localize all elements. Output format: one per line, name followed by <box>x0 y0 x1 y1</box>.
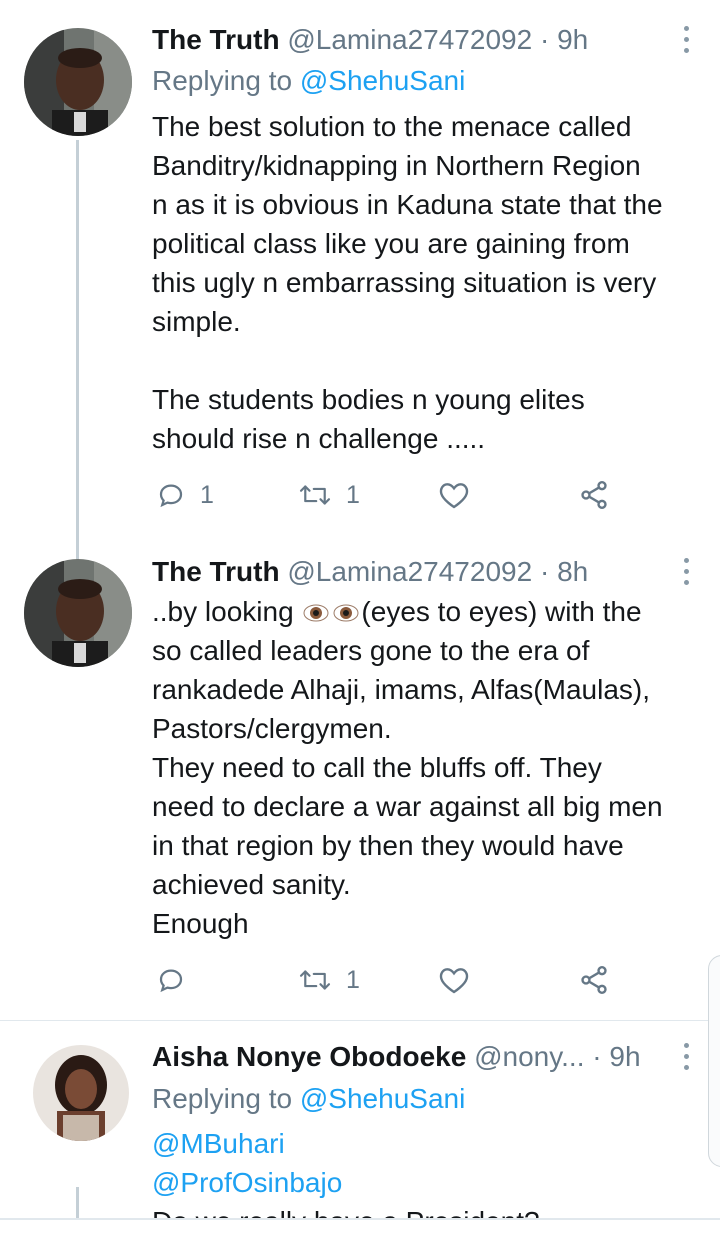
avatar[interactable] <box>24 559 132 667</box>
tweet-2[interactable]: The Truth @Lamina27472092 · 8h ..by look… <box>0 552 720 1020</box>
retweet-icon <box>299 970 331 990</box>
tweet-actions: 1 1 <box>152 475 632 515</box>
tweet-line: Banditry/kidnapping in Northern Region <box>152 150 641 181</box>
timestamp[interactable]: 9h <box>557 24 588 55</box>
tweet-line: The students bodies n young elites <box>152 384 585 415</box>
tweet-line: ..by looking 👁👁(eyes to eyes) with the <box>152 592 702 631</box>
user-handle[interactable]: @Lamina27472092 <box>287 24 532 55</box>
timestamp[interactable]: 9h <box>609 1041 640 1072</box>
mention-link[interactable]: @ProfOsinbajo <box>152 1163 702 1202</box>
mention-link[interactable]: @MBuhari <box>152 1124 702 1163</box>
display-name[interactable]: Aisha Nonye Obodoeke <box>152 1041 466 1072</box>
tweet-line <box>152 341 702 380</box>
separator-dot: · <box>539 24 550 55</box>
tweet-header: Aisha Nonye Obodoeke @nony... · 9h <box>152 1037 720 1077</box>
timestamp[interactable]: 8h <box>557 556 588 587</box>
tweet-text-prefix: ..by looking <box>152 596 302 627</box>
tweet-line: so called leaders gone to the era of <box>152 635 590 666</box>
more-vertical-icon[interactable] <box>684 1043 692 1073</box>
tweet-text-suffix: (eyes to eyes) with the <box>361 596 642 627</box>
bottom-bar <box>0 1220 720 1233</box>
thread-connector <box>76 140 79 560</box>
replying-to-label: Replying to <box>152 1083 293 1114</box>
heart-icon <box>439 968 469 994</box>
separator-dot: · <box>539 556 550 587</box>
retweet-button[interactable]: 1 <box>298 960 360 1000</box>
replying-to-label: Replying to <box>152 65 293 96</box>
tweet-line: this ugly n embarrassing situation is ve… <box>152 267 657 298</box>
tweet-line: n as it is obvious in Kaduna state that … <box>152 189 663 220</box>
avatar[interactable] <box>24 28 132 136</box>
display-name[interactable]: The Truth <box>152 556 280 587</box>
eye-emoji-icon <box>333 604 359 622</box>
user-handle[interactable]: @nony... <box>474 1041 584 1072</box>
more-vertical-icon[interactable] <box>684 558 692 588</box>
tweet-line: achieved sanity. <box>152 869 351 900</box>
tweet-text: ..by looking 👁👁(eyes to eyes) with the s… <box>152 592 702 943</box>
share-icon <box>581 966 607 994</box>
share-icon <box>581 481 607 509</box>
like-button[interactable] <box>438 475 484 515</box>
tweet-line: political class like you are gaining fro… <box>152 228 630 259</box>
more-vertical-icon[interactable] <box>684 26 692 56</box>
tweet-line: Pastors/clergymen. <box>152 713 392 744</box>
tweet-text: The best solution to the menace called B… <box>152 107 702 458</box>
reply-button[interactable] <box>156 960 200 1000</box>
tweet-line: simple. <box>152 306 241 337</box>
heart-icon <box>439 483 469 509</box>
tweet-text: @MBuhari @ProfOsinbajo Do we really have… <box>152 1124 702 1233</box>
reply-count: 1 <box>200 480 214 509</box>
tweet-line: The best solution to the menace called <box>152 111 632 142</box>
tweet-line: They need to call the bluffs off. They <box>152 752 602 783</box>
tweet-header: The Truth @Lamina27472092 · 8h <box>152 552 720 592</box>
reply-button[interactable]: 1 <box>156 475 214 515</box>
tweet-actions: 1 <box>152 960 632 1000</box>
retweet-count: 1 <box>346 965 360 994</box>
retweet-button[interactable]: 1 <box>298 475 360 515</box>
tweet-line: in that region by then they would have <box>152 830 624 861</box>
reply-bubble-icon <box>159 969 183 993</box>
tweet-line: rankadede Alhaji, imams, Alfas(Maulas), <box>152 674 650 705</box>
replying-to: Replying to @ShehuSani <box>152 61 465 101</box>
reply-bubble-icon <box>159 484 183 508</box>
tweet-divider <box>0 1020 720 1021</box>
eye-emoji-icon <box>303 604 329 622</box>
replying-to-mention[interactable]: @ShehuSani <box>300 1083 465 1114</box>
replying-to-mention[interactable]: @ShehuSani <box>300 65 465 96</box>
user-handle[interactable]: @Lamina27472092 <box>287 556 532 587</box>
retweet-count: 1 <box>346 480 360 509</box>
retweet-icon <box>299 485 331 505</box>
like-button[interactable] <box>438 960 484 1000</box>
tweet-line: Enough <box>152 908 249 939</box>
display-name[interactable]: The Truth <box>152 24 280 55</box>
edge-scroll-handle[interactable] <box>708 955 720 1167</box>
tweet-1[interactable]: The Truth @Lamina27472092 · 9h Replying … <box>0 20 720 560</box>
tweet-3[interactable]: Aisha Nonye Obodoeke @nony... · 9h Reply… <box>0 1037 720 1233</box>
share-button[interactable] <box>578 475 610 515</box>
separator-dot: · <box>592 1041 602 1072</box>
share-button[interactable] <box>578 960 610 1000</box>
tweet-line: should rise n challenge ..... <box>152 423 486 454</box>
avatar[interactable] <box>33 1045 129 1141</box>
tweet-header: The Truth @Lamina27472092 · 9h <box>152 20 720 60</box>
tweet-line: need to declare a war against all big me… <box>152 791 663 822</box>
replying-to: Replying to @ShehuSani <box>152 1079 465 1119</box>
